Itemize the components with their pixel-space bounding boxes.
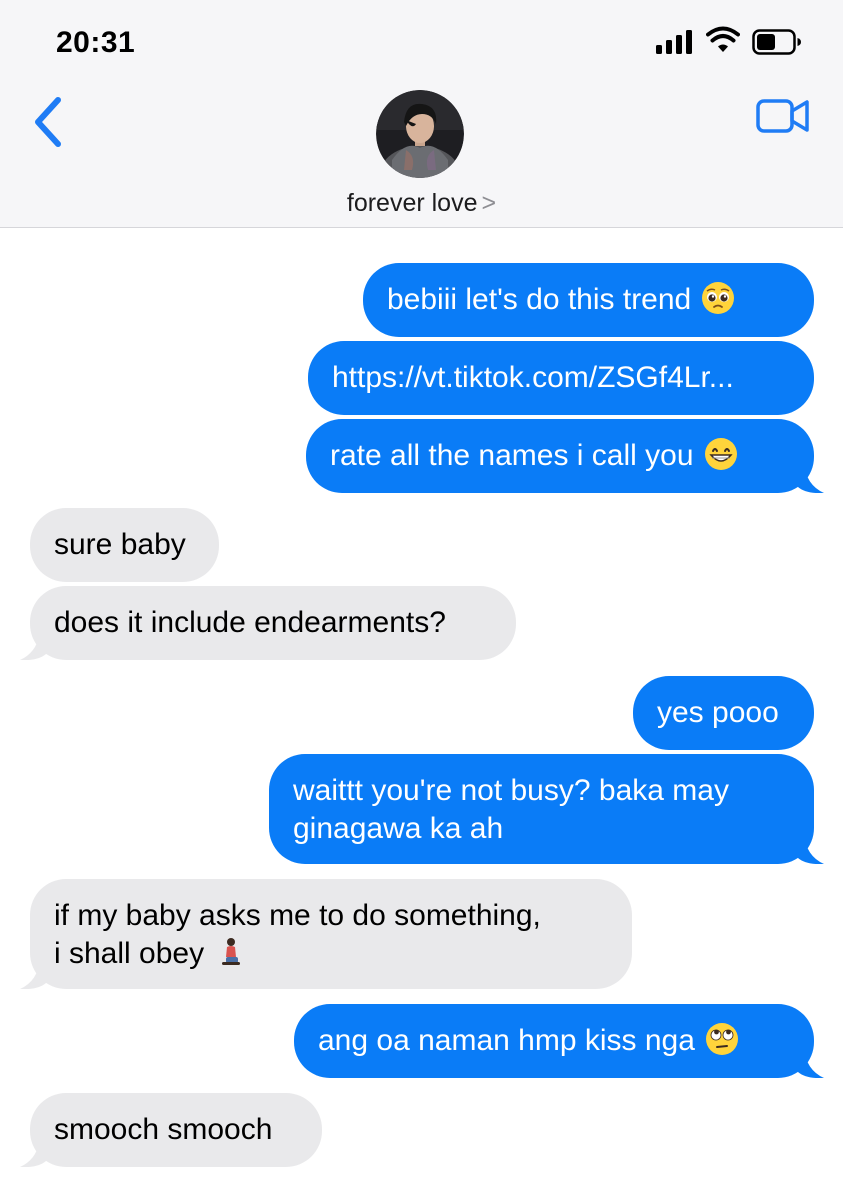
- message-text: sure baby: [54, 528, 186, 561]
- received-message-bubble[interactable]: sure baby: [30, 508, 219, 582]
- message-text: does it include endearments?: [54, 606, 446, 639]
- tiktok-link[interactable]: https://vt.tiktok.com/ZSGf4Lr...: [332, 361, 734, 394]
- pleading-face-emoji: [702, 282, 735, 315]
- contact-avatar[interactable]: [376, 90, 464, 178]
- battery-icon: [752, 29, 801, 55]
- bubble-tail: [798, 1048, 824, 1078]
- grinning-face-emoji: [704, 438, 737, 471]
- message-text-line: if my baby asks me to do something,: [54, 899, 541, 932]
- bubble-tail: [798, 463, 824, 493]
- message-text: bebiii let's do this trend: [387, 283, 692, 316]
- received-message-bubble[interactable]: smooch smooch: [20, 1093, 322, 1167]
- received-message-bubble[interactable]: if my baby asks me to do something, i sh…: [20, 879, 632, 989]
- kneeling-person-emoji: [222, 938, 241, 966]
- conversation-header: 20:31 forever love >: [0, 0, 843, 228]
- message-text: yes pooo: [657, 696, 779, 729]
- message-text: smooch smooch: [54, 1113, 273, 1146]
- contact-name: forever love: [346, 189, 478, 217]
- sent-message-bubble[interactable]: rate all the names i call you: [306, 419, 824, 493]
- facetime-video-icon[interactable]: [755, 96, 811, 136]
- rolling-eyes-emoji: [705, 1023, 738, 1056]
- bubble-tail: [20, 630, 46, 660]
- sent-link-bubble[interactable]: https://vt.tiktok.com/ZSGf4Lr...: [308, 341, 814, 415]
- cellular-signal-icon: [656, 30, 694, 54]
- message-text-line: waittt you're not busy? baka may: [293, 774, 729, 807]
- sent-message-bubble[interactable]: yes pooo: [633, 676, 814, 750]
- chevron-right-icon: >: [481, 189, 497, 217]
- bubble-tail: [20, 1137, 46, 1167]
- bubble-tail: [20, 959, 46, 989]
- message-thread: bebiii let's do this trend https://vt.ti…: [0, 228, 843, 1200]
- message-text-line: i shall obey: [54, 937, 205, 970]
- sent-message-bubble[interactable]: waittt you're not busy? baka may ginagaw…: [269, 754, 824, 864]
- message-text-line: ginagawa ka ah: [293, 812, 504, 845]
- message-text: rate all the names i call you: [330, 439, 694, 472]
- bubble-tail: [798, 834, 824, 864]
- message-text: ang oa naman hmp kiss nga: [318, 1024, 695, 1057]
- back-button[interactable]: [28, 92, 68, 152]
- contact-name-link[interactable]: forever love >: [0, 189, 843, 218]
- received-message-bubble[interactable]: does it include endearments?: [20, 586, 516, 660]
- sent-message-bubble[interactable]: bebiii let's do this trend: [363, 263, 814, 337]
- sent-message-bubble[interactable]: ang oa naman hmp kiss nga: [294, 1004, 824, 1078]
- status-bar-time: 20:31: [56, 26, 136, 59]
- wifi-icon: [706, 26, 740, 52]
